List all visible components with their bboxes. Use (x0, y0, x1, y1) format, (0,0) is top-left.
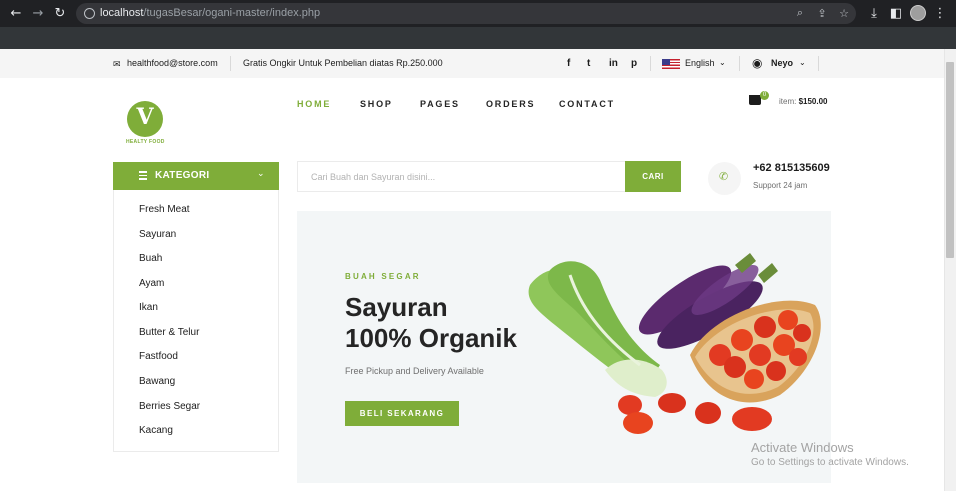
url-host: localhost (100, 7, 144, 19)
chevron-down-icon[interactable]: ⌄ (799, 58, 806, 67)
topbar-email: healthfood@store.com (127, 58, 218, 68)
nav-pages[interactable]: PAGES (420, 99, 460, 109)
facebook-icon[interactable]: f (567, 58, 570, 69)
topbar-promo: Gratis Ongkir Untuk Pembelian diatas Rp.… (243, 58, 443, 68)
hero-title-line1: Sayuran (345, 292, 448, 322)
kategori-item[interactable]: Kacang (139, 425, 173, 436)
zoom-icon[interactable]: ⌕ (793, 6, 807, 20)
topbar-divider (739, 56, 740, 71)
nav-contact[interactable]: CONTACT (559, 99, 615, 109)
cart-amount: $150.00 (798, 97, 828, 106)
site-info-icon[interactable] (84, 8, 95, 19)
kategori-item[interactable]: Ikan (139, 302, 158, 313)
kategori-item[interactable]: Fresh Meat (139, 204, 190, 215)
hero-title: Sayuran 100% Organik (345, 292, 517, 354)
linkedin-icon[interactable]: in (609, 58, 618, 69)
pinterest-icon[interactable]: p (631, 58, 637, 69)
url-text[interactable]: localhost/tugasBesar/ogani-master/index.… (100, 7, 320, 19)
cart-badge: 0 (760, 91, 769, 100)
menu-dots-icon[interactable]: ⋮ (932, 5, 948, 21)
side-panel-icon[interactable]: ◧ (888, 5, 904, 21)
profile-avatar[interactable] (910, 5, 926, 21)
topbar-divider (818, 56, 819, 71)
buy-now-button[interactable]: BELI SEKARANG (345, 401, 459, 426)
browser-toolbar: ← → ↻ localhost/tugasBesar/ogani-master/… (0, 0, 956, 27)
download-icon[interactable]: ⤓ (866, 5, 882, 21)
leaf-icon: V (136, 104, 154, 130)
phone-icon: ✆ (719, 170, 729, 183)
hero-kicker: BUAH SEGAR (345, 272, 421, 281)
user-icon: ◉ (752, 56, 763, 70)
kategori-item[interactable]: Butter & Telur (139, 327, 199, 338)
nav-orders[interactable]: ORDERS (486, 99, 535, 109)
chevron-down-icon: ⌄ (257, 168, 265, 178)
scrollbar-thumb[interactable] (946, 62, 954, 258)
topbar-divider (230, 56, 231, 71)
kategori-item[interactable]: Ayam (139, 278, 164, 289)
kategori-item[interactable]: Buah (139, 253, 162, 264)
user-menu[interactable]: Neyo (771, 58, 793, 68)
cart-total: item: $150.00 (779, 97, 828, 106)
kategori-title: KATEGORI (155, 170, 210, 181)
windows-activation-watermark: Activate Windows Go to Settings to activ… (751, 440, 909, 468)
cart-label: item: (779, 97, 797, 106)
support-hours: Support 24 jam (753, 181, 808, 190)
twitter-icon[interactable]: t (587, 58, 590, 69)
kategori-item[interactable]: Berries Segar (139, 401, 200, 412)
watermark-title: Activate Windows (751, 440, 854, 455)
hero-subtitle: Free Pickup and Delivery Available (345, 366, 484, 376)
hamburger-icon (139, 171, 147, 180)
topbar-divider (650, 56, 651, 71)
kategori-item[interactable]: Bawang (139, 376, 175, 387)
language-selector[interactable]: English (685, 58, 715, 68)
nav-home[interactable]: HOME (297, 99, 331, 109)
forward-arrow-icon[interactable]: → (30, 5, 46, 21)
back-arrow-icon[interactable]: ← (8, 5, 24, 21)
kategori-list (113, 190, 279, 452)
bookmark-star-icon[interactable]: ☆ (837, 6, 851, 20)
brand-name: HEALTY FOOD (126, 139, 165, 145)
watermark-subtitle: Go to Settings to activate Windows. (751, 457, 909, 468)
share-icon[interactable]: ⇪ (815, 6, 829, 20)
envelope-icon: ✉ (113, 59, 121, 69)
vegetables-image (528, 253, 821, 434)
chevron-down-icon[interactable]: ⌄ (719, 58, 726, 67)
reload-icon[interactable]: ↻ (52, 5, 68, 21)
kategori-item[interactable]: Sayuran (139, 229, 176, 240)
search-placeholder: Cari Buah dan Sayuran disini... (311, 172, 436, 182)
url-path: /tugasBesar/ogani-master/index.php (143, 7, 321, 19)
nav-shop[interactable]: SHOP (360, 99, 393, 109)
hero-title-line2: 100% Organik (345, 323, 517, 353)
address-bar[interactable]: localhost/tugasBesar/ogani-master/index.… (76, 3, 856, 24)
search-button[interactable]: CARI (625, 161, 681, 192)
phone-number: +62 815135609 (753, 162, 830, 174)
kategori-item[interactable]: Fastfood (139, 351, 178, 362)
browser-strip (0, 27, 956, 49)
us-flag-icon (662, 59, 680, 69)
